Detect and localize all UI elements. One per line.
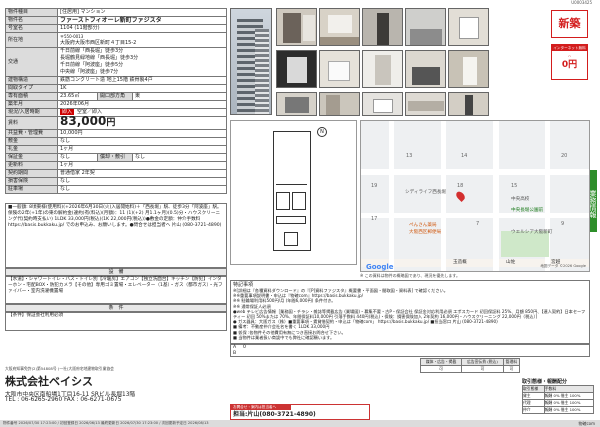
- company-tel: TEL : 06-6265-2960 FAX : 06-6271-0675: [5, 397, 122, 403]
- interior-photo: [276, 92, 317, 116]
- map-label: 山佐: [506, 260, 516, 265]
- spec-row: 交通 千日前線「西長堀」徒歩3分 長堀鶴見緑地線「西長堀」徒歩3分 千日前線「阿…: [5, 47, 227, 77]
- spec-row: 号室名 1104 (11階部分): [5, 24, 227, 33]
- map-caption: ※ この資料は物件の概略図であり、現況を優先します。: [360, 273, 461, 278]
- interior-photo: [448, 8, 489, 46]
- interior-photo: [319, 50, 360, 88]
- interior-photo: [405, 92, 446, 116]
- spec-row: 専有面積 23.65㎡ 開口部方角東: [5, 92, 227, 101]
- spec-row: 駐車場 なし: [5, 185, 227, 194]
- spec-row: 共益費・管理費 10,000円: [5, 129, 227, 138]
- map-label: 中央長堀公園前: [511, 208, 544, 213]
- building-photo: [230, 8, 272, 115]
- company-name: 株式会社ベイシス: [5, 375, 93, 388]
- interior-photo: [319, 92, 360, 116]
- interior-photo: [362, 50, 403, 88]
- interior-photo: [448, 50, 489, 88]
- interior-photo: [448, 92, 489, 116]
- interior-photo: [276, 8, 317, 46]
- contact-box: お問合せ・案内は担当者へ 担当:片山(080-3721-4890): [230, 404, 370, 420]
- spec-row: 物件種目 [住居用] マンション: [5, 8, 227, 17]
- north-arrow-icon: N: [317, 127, 327, 137]
- facilities-text: 【水道】・シャワートイレ・バス・トイレ別【冷暖房】エアコン【独立洗面台】キッチン…: [5, 275, 227, 304]
- interior-photo: [362, 92, 403, 116]
- spec-row: 更新料 1ヶ月: [5, 161, 227, 170]
- internet-free-badge: インターネット無料 ◠ 0円: [551, 44, 588, 80]
- google-logo: Google: [366, 263, 394, 271]
- interior-photo: [276, 50, 317, 88]
- footer-meta: 物件番号 2026/07/30 17:23:00 / 初回登録日 2026/06…: [3, 421, 209, 425]
- map-label: 大阪西区郵便局: [409, 230, 442, 235]
- new-building-stamp: 新築: [551, 10, 588, 38]
- fee-table: 取引態様 手数料 貸主 報酬 0% 借主 100% 代理 報酬 0% 借主 100% …: [522, 385, 595, 414]
- map-label: ぺんさん薬局: [409, 223, 437, 228]
- spec-row: 敷金 なし: [5, 137, 227, 146]
- rent-value: 83,000: [60, 114, 107, 128]
- conditions-text: 【条件】保証会社利用必須: [5, 311, 227, 331]
- floor-plan: N: [230, 120, 357, 265]
- map-label: ウエルシア大阪新町: [511, 230, 553, 235]
- interior-photo: [319, 8, 360, 46]
- other-cost-notes: ■一般額: 8頃東様(使用料)(+2026年6月30日(火)入居開始料)＋「西長…: [5, 203, 227, 268]
- interior-photo: [405, 50, 446, 88]
- map[interactable]: 13 14 15 17 18 19 20 7 9 シディライフ西長堀 ぺんさん薬…: [360, 120, 590, 272]
- spec-table: 物件種目 [住居用] マンション 物件名 ファーストフィオーレ新町ファジスタ 号室名…: [5, 8, 227, 194]
- spec-row: 物件名 ファーストフィオーレ新町ファジスタ: [5, 16, 227, 25]
- spec-row: 賃料 83,000円: [5, 114, 227, 130]
- footer-brand: 物確com: [578, 421, 595, 426]
- owner-table: 媒体・広告・掲載 広告宣伝費 (税込) 管理料 可可可: [419, 358, 521, 373]
- spec-row: 建物構造 鉄筋コンクリート造 地上15階 鉄骨製4戸: [5, 76, 227, 85]
- spec-row: 所在地 〒550-0013 大阪府大阪市西区新町４丁目15-2: [5, 32, 227, 48]
- spec-row: 保証金 なし 償却・敷引 なし: [5, 153, 227, 162]
- map-label: シディライフ西長堀: [405, 190, 447, 195]
- map-label: 玉造概: [453, 260, 467, 265]
- spec-row: 礼金 1ヶ月: [5, 145, 227, 154]
- license: 大阪府知事免許(2)第54808号 (一社)大阪府宅地建物取引業協会: [5, 366, 114, 371]
- interior-photo: [362, 8, 403, 46]
- map-label: 中央高校: [511, 197, 530, 202]
- spec-row: 間取タイプ 1K: [5, 84, 227, 93]
- remarks-box: 特記事項 ※[詳細は『各種資料ダウンロード』の『[P]資料ファジスタ』概要書・平…: [230, 280, 590, 344]
- spec-row: 現況/入居時期 即入 空室／即入: [5, 108, 227, 117]
- interior-photo: [405, 8, 446, 46]
- doc-id: U0003425: [571, 0, 592, 5]
- spec-row: 損害保険 なし: [5, 177, 227, 186]
- spec-row: 契約期間 普通借家 2年契: [5, 169, 227, 178]
- location-pin-icon: [454, 189, 467, 203]
- spec-row: 築年月 2026年06月: [5, 100, 227, 109]
